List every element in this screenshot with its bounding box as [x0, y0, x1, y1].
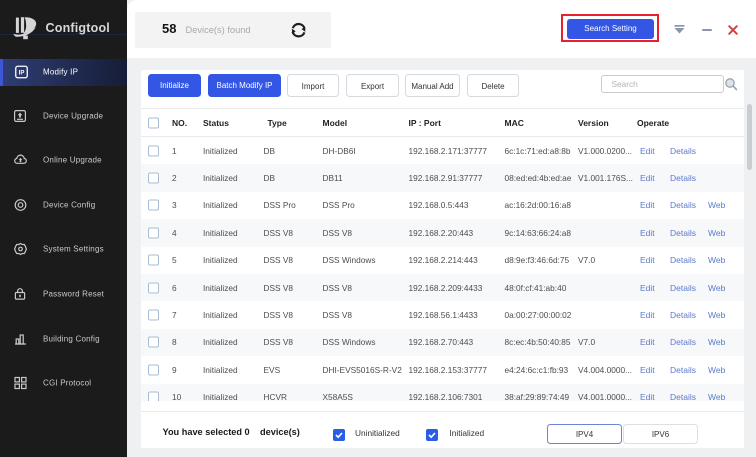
svg-text:IP: IP [18, 71, 24, 77]
